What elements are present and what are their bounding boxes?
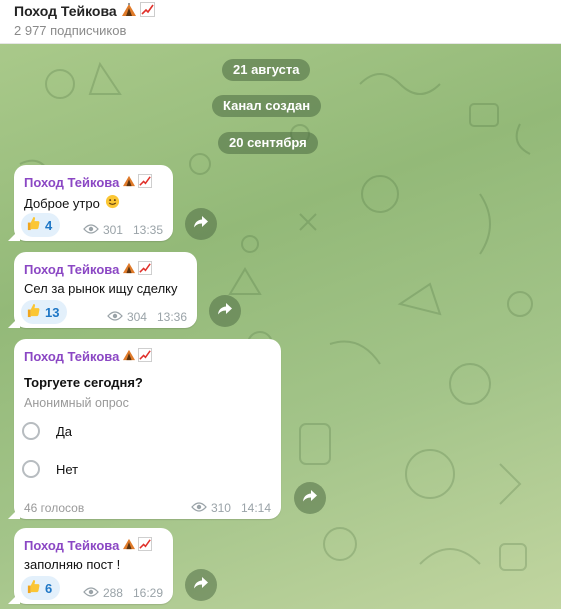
- date-separator-august: 21 августа: [222, 59, 311, 81]
- poll-vote-count: 46 голосов: [24, 501, 85, 515]
- thumbs-up-icon: [26, 579, 41, 597]
- tent-icon: [121, 2, 137, 20]
- reaction-count: 4: [45, 217, 53, 233]
- message-sender[interactable]: Поход Тейкова: [24, 348, 153, 365]
- chart-increasing-icon: [138, 537, 153, 554]
- poll-type: Анонимный опрос: [24, 396, 129, 410]
- eye-icon: [83, 223, 99, 237]
- message-bubble[interactable]: Поход Тейкова заполняю пост ! 6 288 16:2…: [14, 528, 173, 604]
- forward-arrow-icon: [194, 576, 208, 594]
- view-count: 301: [102, 223, 123, 237]
- tent-icon: [122, 262, 136, 277]
- poll-bubble[interactable]: Поход Тейкова Торгуете сегодня? Анонимны…: [14, 339, 281, 519]
- poll-question: Торгуете сегодня?: [24, 375, 143, 390]
- tent-icon: [122, 349, 136, 364]
- thumbs-up-icon: [26, 216, 41, 234]
- thumbs-up-icon: [26, 303, 41, 321]
- message-meta: 310 14:14: [191, 501, 271, 515]
- message-time: 13:35: [132, 223, 163, 237]
- chat-background: 21 августа Канал создан 20 сентября Похо…: [0, 44, 561, 609]
- forward-arrow-icon: [303, 489, 317, 507]
- tent-icon: [122, 538, 136, 553]
- view-count: 288: [102, 586, 123, 600]
- eye-icon: [83, 586, 99, 600]
- message-sender[interactable]: Поход Тейкова: [24, 261, 153, 278]
- poll-option-yes[interactable]: Да: [22, 422, 72, 440]
- chart-increasing-icon: [138, 174, 153, 191]
- message-meta: 301 13:35: [83, 223, 163, 237]
- message-bubble[interactable]: Поход Тейкова Доброе утро 4 301 13:35: [14, 165, 173, 241]
- forward-arrow-icon: [194, 215, 208, 233]
- message-meta: 288 16:29: [83, 586, 163, 600]
- forward-arrow-icon: [218, 302, 232, 320]
- radio-button[interactable]: [22, 460, 40, 478]
- poll-option-no[interactable]: Нет: [22, 460, 78, 478]
- message-sender[interactable]: Поход Тейкова: [24, 537, 153, 554]
- reaction-button[interactable]: 13: [21, 300, 68, 324]
- poll-option-label: Нет: [56, 461, 79, 477]
- message-text-row: Доброе утро: [24, 194, 120, 212]
- view-count: 304: [126, 310, 147, 324]
- message-text-row: Сел за рынок ищу сделку: [24, 281, 178, 296]
- chart-increasing-icon: [138, 348, 153, 365]
- eye-icon: [191, 501, 207, 515]
- message-time: 14:14: [240, 501, 271, 515]
- subscriber-count: 2 977 подписчиков: [14, 23, 127, 38]
- channel-created-notice: Канал создан: [212, 95, 322, 117]
- forward-button[interactable]: [185, 208, 217, 240]
- poll-option-label: Да: [56, 423, 73, 439]
- message-sender[interactable]: Поход Тейкова: [24, 174, 153, 191]
- date-separator-september: 20 сентября: [218, 132, 318, 154]
- reaction-button[interactable]: 6: [21, 576, 61, 600]
- channel-title-row[interactable]: Поход Тейкова: [14, 2, 155, 20]
- reaction-count: 6: [45, 580, 53, 596]
- message-time: 13:36: [156, 310, 187, 324]
- message-bubble[interactable]: Поход Тейкова Сел за рынок ищу сделку 13…: [14, 252, 197, 328]
- message-time: 16:29: [132, 586, 163, 600]
- view-count: 310: [210, 501, 231, 515]
- forward-button[interactable]: [294, 482, 326, 514]
- radio-button[interactable]: [22, 422, 40, 440]
- eye-icon: [107, 310, 123, 324]
- reaction-button[interactable]: 4: [21, 213, 61, 237]
- smiling-face-icon: [105, 194, 120, 212]
- channel-title: Поход Тейкова: [14, 3, 117, 19]
- chart-increasing-icon: [138, 261, 153, 278]
- channel-header[interactable]: Поход Тейкова 2 977 подписчиков: [0, 0, 561, 44]
- message-meta: 304 13:36: [107, 310, 187, 324]
- forward-button[interactable]: [209, 295, 241, 327]
- chart-increasing-icon: [139, 2, 155, 20]
- reaction-count: 13: [45, 304, 60, 320]
- tent-icon: [122, 175, 136, 190]
- message-text-row: заполняю пост !: [24, 557, 121, 572]
- forward-button[interactable]: [185, 569, 217, 601]
